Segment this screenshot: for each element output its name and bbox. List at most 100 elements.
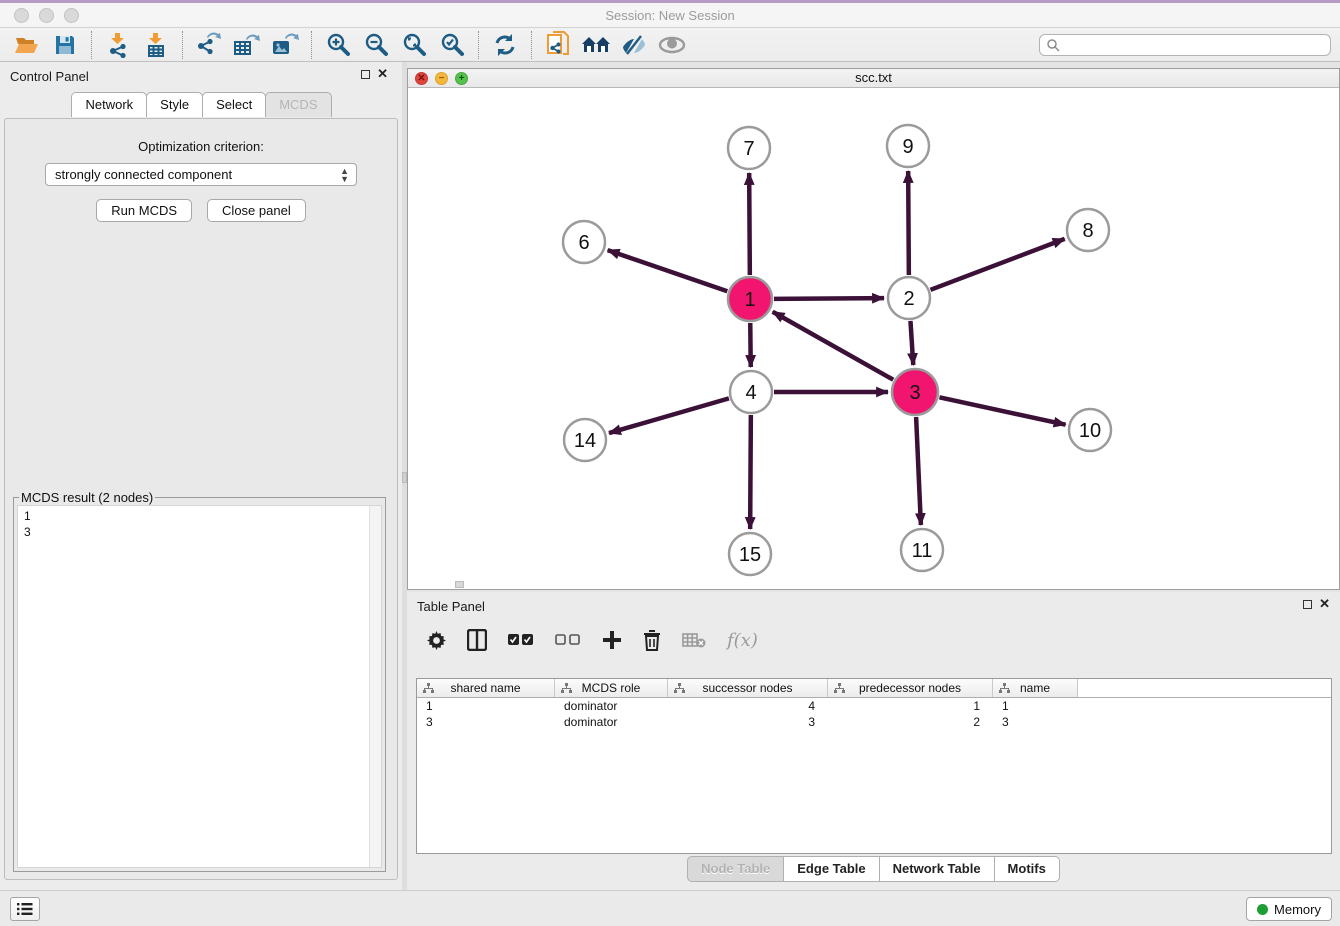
network-home-icon[interactable] bbox=[577, 30, 615, 60]
toolbar-separator bbox=[182, 31, 183, 59]
edge-1-7[interactable] bbox=[749, 173, 750, 275]
zoom-selected-icon[interactable] bbox=[433, 30, 471, 60]
table-cell[interactable]: 2 bbox=[828, 714, 993, 730]
export-image-icon[interactable] bbox=[266, 30, 304, 60]
node-label-1: 1 bbox=[744, 289, 755, 311]
table-panel-title: Table Panel bbox=[417, 599, 485, 614]
zoom-network-icon[interactable]: + bbox=[455, 72, 468, 85]
network-window-titlebar[interactable]: ✕ − + scc.txt bbox=[408, 69, 1339, 88]
column-label: shared name bbox=[450, 681, 520, 695]
gear-icon[interactable] bbox=[427, 631, 446, 650]
select-all-icon[interactable] bbox=[508, 634, 534, 646]
zoom-in-icon[interactable] bbox=[319, 30, 357, 60]
table-cell[interactable]: 1 bbox=[828, 698, 993, 714]
eye-icon[interactable] bbox=[653, 30, 691, 60]
close-panel-icon[interactable]: ✕ bbox=[377, 66, 388, 82]
column-header-predecessor-nodes[interactable]: predecessor nodes bbox=[828, 679, 993, 697]
close-panel-button[interactable]: Close panel bbox=[207, 199, 306, 222]
column-header-shared-name[interactable]: shared name bbox=[417, 679, 555, 697]
table-cell[interactable]: 4 bbox=[668, 698, 828, 714]
toolbar-separator bbox=[478, 31, 479, 59]
tab-motifs[interactable]: Motifs bbox=[995, 856, 1060, 882]
optimization-criterion-select[interactable]: strongly connected component ▲▼ bbox=[45, 163, 357, 186]
network-graph: 7968124314101511 bbox=[408, 88, 1339, 589]
tab-network[interactable]: Network bbox=[71, 92, 147, 117]
edge-2-3[interactable] bbox=[910, 321, 913, 365]
table-tabs: Node TableEdge TableNetwork TableMotifs bbox=[407, 856, 1340, 882]
tab-network-table[interactable]: Network Table bbox=[880, 856, 995, 882]
table-cell[interactable]: dominator bbox=[555, 714, 668, 730]
zoom-window-icon[interactable] bbox=[64, 8, 79, 23]
edge-3-1[interactable] bbox=[773, 312, 894, 380]
duplicate-network-icon[interactable] bbox=[539, 30, 577, 60]
mcds-buttons-row: Run MCDS Close panel bbox=[5, 199, 397, 222]
edge-3-10[interactable] bbox=[939, 397, 1065, 424]
tab-style[interactable]: Style bbox=[146, 92, 203, 117]
horizontal-divider-handle[interactable] bbox=[455, 581, 464, 588]
table-cell[interactable]: 3 bbox=[668, 714, 828, 730]
table-cell[interactable]: 3 bbox=[993, 714, 1078, 730]
add-column-icon[interactable] bbox=[602, 630, 622, 650]
split-columns-icon[interactable] bbox=[467, 629, 487, 651]
tab-node-table[interactable]: Node Table bbox=[687, 856, 784, 882]
memory-button[interactable]: Memory bbox=[1246, 897, 1332, 921]
search-field[interactable] bbox=[1039, 34, 1331, 56]
table-cell[interactable]: 1 bbox=[993, 698, 1078, 714]
title-bar: Session: New Session bbox=[0, 3, 1340, 28]
node-label-3: 3 bbox=[909, 382, 920, 404]
edge-2-8[interactable] bbox=[931, 239, 1065, 290]
zoom-out-icon[interactable] bbox=[357, 30, 395, 60]
tab-select[interactable]: Select bbox=[202, 92, 266, 117]
network-canvas[interactable]: 7968124314101511 bbox=[408, 88, 1339, 589]
search-input[interactable] bbox=[1060, 36, 1330, 54]
edge-4-14[interactable] bbox=[609, 398, 729, 433]
export-network-icon[interactable] bbox=[190, 30, 228, 60]
edge-4-15[interactable] bbox=[750, 415, 751, 529]
zoom-fit-icon[interactable] bbox=[395, 30, 433, 60]
column-header-successor-nodes[interactable]: successor nodes bbox=[668, 679, 828, 697]
hide-eye-icon[interactable] bbox=[615, 30, 653, 60]
tab-edge-table[interactable]: Edge Table bbox=[784, 856, 879, 882]
refresh-layout-icon[interactable] bbox=[486, 30, 524, 60]
table-panel: Table Panel ✕ bbox=[407, 592, 1340, 890]
toolbar-separator bbox=[531, 31, 532, 59]
delete-table-icon[interactable] bbox=[682, 632, 706, 648]
mcds-result-area[interactable]: 1 3 bbox=[17, 505, 382, 868]
table-row[interactable]: 3dominator323 bbox=[417, 714, 1331, 730]
edge-2-9[interactable] bbox=[908, 171, 909, 275]
delete-icon[interactable] bbox=[643, 630, 661, 651]
result-scrollbar[interactable] bbox=[369, 506, 381, 867]
export-table-icon[interactable] bbox=[228, 30, 266, 60]
edge-1-2[interactable] bbox=[774, 298, 884, 299]
edge-3-11[interactable] bbox=[916, 417, 921, 525]
network-window-title: scc.txt bbox=[408, 69, 1339, 87]
task-list-icon[interactable] bbox=[10, 897, 40, 921]
table-cell[interactable]: 1 bbox=[417, 698, 555, 714]
control-panel: Control Panel ✕ NetworkStyleSelectMCDS O… bbox=[0, 62, 402, 890]
close-window-icon[interactable] bbox=[14, 8, 29, 23]
tab-mcds[interactable]: MCDS bbox=[265, 92, 331, 117]
memory-label: Memory bbox=[1274, 902, 1321, 917]
close-table-panel-icon[interactable]: ✕ bbox=[1319, 596, 1330, 612]
table-cell[interactable]: dominator bbox=[555, 698, 668, 714]
close-network-icon[interactable]: ✕ bbox=[415, 72, 428, 85]
save-session-icon[interactable] bbox=[46, 30, 84, 60]
float-panel-icon[interactable] bbox=[361, 70, 370, 79]
import-network-icon[interactable] bbox=[99, 30, 137, 60]
open-file-icon[interactable] bbox=[8, 30, 46, 60]
minimize-network-icon[interactable]: − bbox=[435, 72, 448, 85]
run-mcds-button[interactable]: Run MCDS bbox=[96, 199, 192, 222]
minimize-window-icon[interactable] bbox=[39, 8, 54, 23]
node-table[interactable]: shared name MCDS rolesuccessor nodesprede… bbox=[416, 678, 1332, 854]
table-cell[interactable]: 3 bbox=[417, 714, 555, 730]
node-label-2: 2 bbox=[903, 288, 914, 310]
edge-1-6[interactable] bbox=[608, 250, 728, 291]
mcds-result-title: MCDS result (2 nodes) bbox=[19, 490, 155, 505]
float-table-panel-icon[interactable] bbox=[1303, 600, 1312, 609]
column-header-MCDS-role[interactable]: MCDS role bbox=[555, 679, 668, 697]
column-header-name[interactable]: name bbox=[993, 679, 1078, 697]
import-table-icon[interactable] bbox=[137, 30, 175, 60]
deselect-all-icon[interactable] bbox=[555, 634, 581, 646]
function-icon[interactable]: f(x) bbox=[727, 630, 758, 651]
table-row[interactable]: 1dominator411 bbox=[417, 698, 1331, 714]
